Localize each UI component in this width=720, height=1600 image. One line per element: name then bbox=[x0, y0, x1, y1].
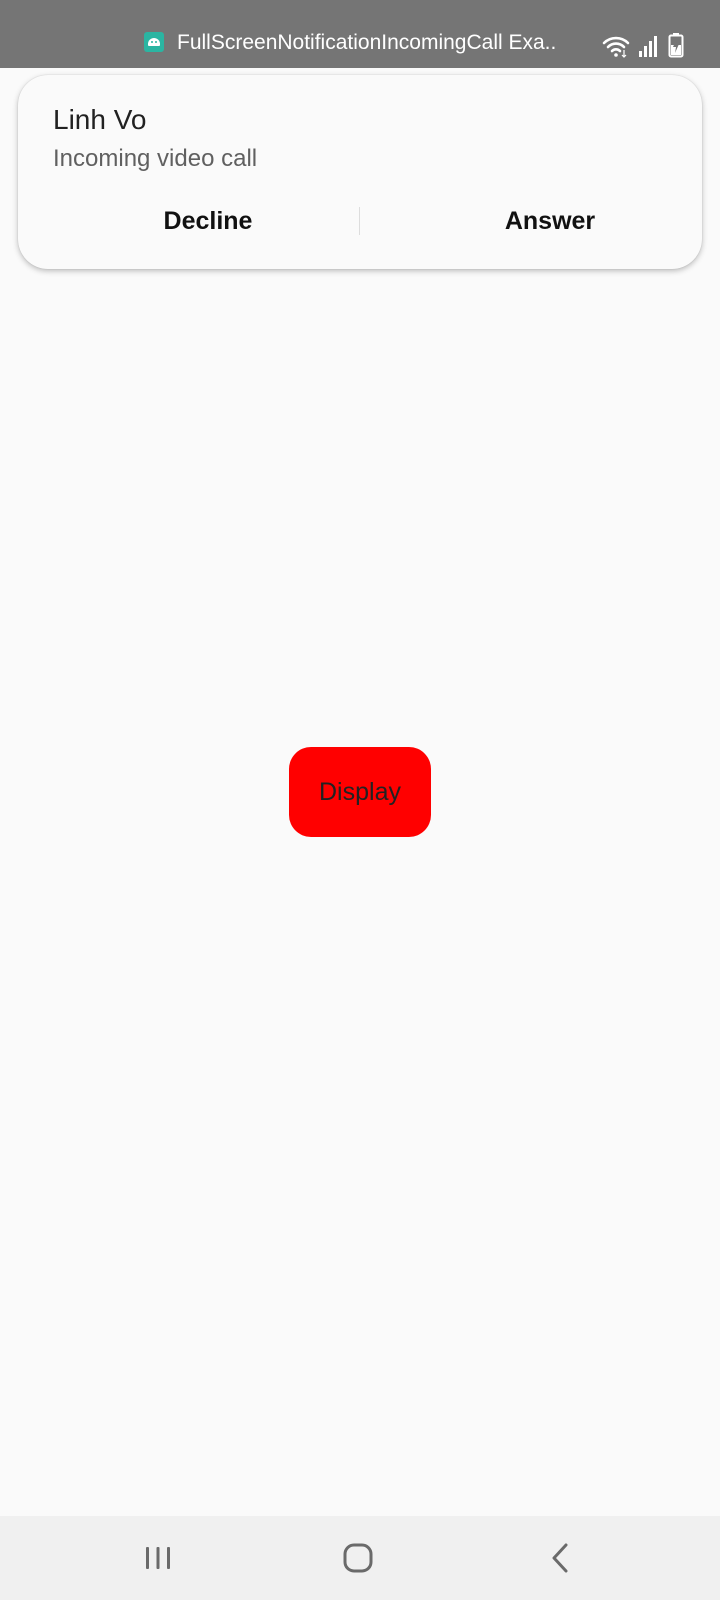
battery-charging-icon bbox=[668, 32, 684, 58]
caller-name: Linh Vo bbox=[53, 104, 147, 135]
status-bar: FullScreenNotificationIncomingCall Exa.. bbox=[0, 0, 720, 68]
decline-button[interactable]: Decline bbox=[48, 193, 368, 249]
action-divider bbox=[359, 207, 360, 235]
call-subtitle: Incoming video call bbox=[53, 145, 258, 172]
incoming-call-notification[interactable]: Linh Vo Incoming video call Decline Answ… bbox=[18, 75, 702, 269]
notification-app-title: FullScreenNotificationIncomingCall Exa.. bbox=[177, 31, 557, 54]
status-icons bbox=[602, 30, 684, 58]
android-icon bbox=[144, 32, 164, 52]
back-icon[interactable] bbox=[528, 1534, 592, 1582]
navigation-bar bbox=[0, 1516, 720, 1600]
home-icon[interactable] bbox=[326, 1534, 390, 1582]
display-button[interactable]: Display bbox=[289, 747, 431, 837]
wifi-icon bbox=[602, 34, 630, 58]
recent-apps-icon[interactable] bbox=[126, 1534, 190, 1582]
signal-icon bbox=[638, 34, 660, 58]
answer-button[interactable]: Answer bbox=[390, 193, 710, 249]
